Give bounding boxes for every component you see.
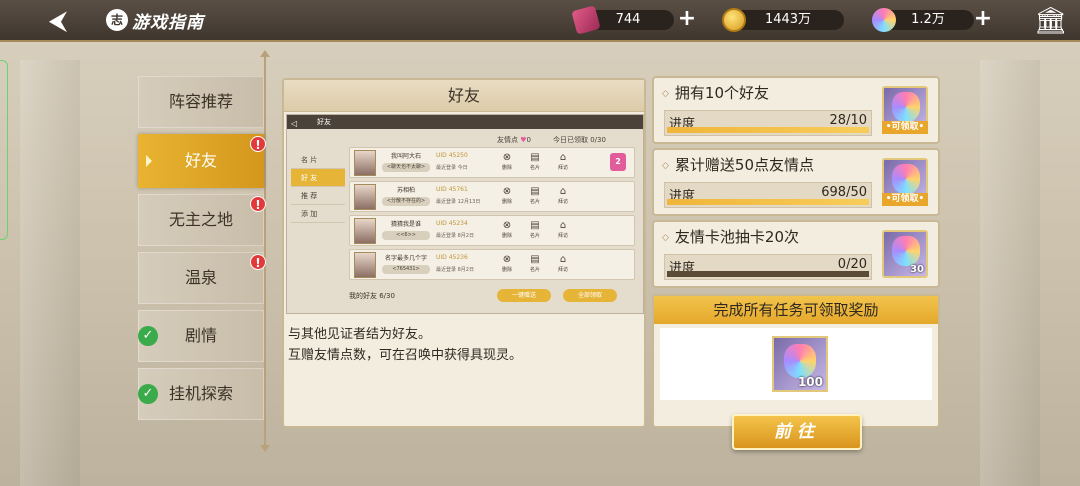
preview-tab: 好 友: [291, 169, 345, 187]
card-icon: ▤: [530, 220, 540, 231]
final-reward-item[interactable]: 100: [772, 336, 828, 392]
preview-friend-list: 我叫阿大石 <聊天也不太聊> UID 45250 最近登录 今日 ⊗ 删除 ▤ 名片…: [349, 147, 635, 283]
delete-icon: ⊗: [502, 152, 512, 163]
alert-icon: !: [250, 136, 266, 152]
claimable-badge: •可领取•: [882, 121, 928, 134]
menu-item-story[interactable]: ✓ 剧情: [138, 310, 264, 362]
reward-quantity: 30: [910, 264, 924, 275]
guide-title: 好友: [284, 80, 644, 112]
progress-text: 698/50: [821, 185, 867, 200]
progress-text: 28/10: [829, 113, 867, 128]
top-bar: ⮜ 志 游戏指南 744 + 1443万 1.2万 + 🏛: [0, 0, 1080, 42]
menu-item-hotspring[interactable]: 温泉!: [138, 252, 266, 304]
avatar: [354, 252, 376, 278]
visit-icon: ⌂: [559, 152, 567, 163]
reward-item[interactable]: 30: [882, 230, 928, 278]
guide-panel: 好友 ◁ 好友 友情点 ♥0 今日已领取 0/30 名 片 好 友 推 荐 添 …: [282, 78, 646, 428]
preview-send-all-button: 一键赠送: [497, 289, 551, 302]
alert-icon: !: [250, 254, 266, 270]
gem-icon: [784, 344, 816, 378]
preview-friend-row: 猜猜我是谁 <<6>> UID 45234 最近登录 8月2日 ⊗ 删除 ▤ 名片 …: [349, 215, 635, 246]
go-button[interactable]: 前往: [732, 414, 862, 450]
delete-icon: ⊗: [502, 186, 512, 197]
shop-building-icon[interactable]: 🏛: [1034, 6, 1067, 36]
preview-friend-count: 我的好友 6/30: [349, 292, 395, 300]
preview-friend-points: 友情点 ♥0: [497, 136, 531, 144]
reward-item[interactable]: •可领取•: [882, 158, 928, 206]
reward-item[interactable]: •可领取•: [882, 86, 928, 134]
task-title: 拥有10个好友: [662, 82, 769, 103]
progress-bar: 进度 0/20: [664, 254, 872, 280]
claimable-badge: •可领取•: [882, 193, 928, 206]
visit-icon: ⌂: [559, 254, 567, 265]
avatar: [354, 218, 376, 244]
menu-item-idle-explore[interactable]: ✓ 挂机探索: [138, 368, 264, 420]
preview-friend-row: 我叫阿大石 <聊天也不太聊> UID 45250 最近登录 今日 ⊗ 删除 ▤ 名片…: [349, 147, 635, 178]
preview-title-bar: ◁ 好友: [287, 115, 643, 129]
final-reward-panel: 完成所有任务可领取奖励 100: [652, 294, 940, 428]
task-card: 累计赠送50点友情点 进度 698/50 •可领取•: [652, 148, 940, 216]
menu-item-friends[interactable]: 好友!: [138, 134, 266, 188]
gem-icon: [892, 92, 920, 122]
page-title: 游戏指南: [132, 13, 204, 33]
guide-menu: 阵容推荐 好友! 无主之地! 温泉! ✓ 剧情 ✓ 挂机探索: [138, 76, 266, 426]
coin-count: 1443万: [732, 10, 844, 30]
task-title: 累计赠送50点友情点: [662, 154, 814, 175]
resource-ticket: 744 +: [571, 5, 702, 35]
coin-icon: [722, 8, 746, 32]
final-reward-title: 完成所有任务可领取奖励: [654, 296, 938, 324]
preview-tab: 推 荐: [291, 187, 345, 205]
preview-tab: 添 加: [291, 205, 345, 223]
add-gem-button[interactable]: +: [972, 8, 994, 31]
add-ticket-button[interactable]: +: [676, 8, 698, 31]
preview-tabs: 名 片 好 友 推 荐 添 加: [291, 151, 345, 223]
guide-screenshot: ◁ 好友 友情点 ♥0 今日已领取 0/30 名 片 好 友 推 荐 添 加 我…: [286, 114, 644, 314]
task-card: 友情卡池抽卡20次 进度 0/20 30: [652, 220, 940, 288]
guide-icon: 志: [106, 9, 128, 31]
back-button[interactable]: ⮜: [36, 6, 80, 36]
back-arrow-icon: ⮜: [48, 6, 68, 36]
menu-item-lineup[interactable]: 阵容推荐: [138, 76, 264, 128]
gift-icon: 2: [610, 153, 626, 171]
avatar: [354, 184, 376, 210]
side-edge-indicator: [0, 60, 8, 240]
avatar: [354, 150, 376, 176]
preview-claim-all-button: 全部领取: [563, 289, 617, 302]
visit-icon: ⌂: [559, 186, 567, 197]
preview-friend-row: 名字最多几个字 <765431> UID 45236 最近登录 8月2日 ⊗ 删除…: [349, 249, 635, 280]
delete-icon: ⊗: [502, 254, 512, 265]
menu-scrollbar[interactable]: [260, 50, 270, 452]
preview-today-claimed: 今日已领取 0/30: [553, 136, 606, 144]
gem-icon: [892, 236, 920, 266]
card-icon: ▤: [530, 254, 540, 265]
task-card: 拥有10个好友 进度 28/10 •可领取•: [652, 76, 940, 144]
delete-icon: ⊗: [502, 220, 512, 231]
card-icon: ▤: [530, 152, 540, 163]
final-reward-body: 100: [660, 328, 932, 400]
gem-icon: [872, 8, 896, 32]
preview-tab: 名 片: [291, 151, 345, 169]
preview-friend-row: 苏相柏 <分散不存在的> UID 45761 最近登录 12月13日 ⊗ 删除 ▤…: [349, 181, 635, 212]
task-title: 友情卡池抽卡20次: [662, 226, 799, 247]
alert-icon: !: [250, 196, 266, 212]
guide-description: 与其他见证者结为好友。 互赠友情点数，可在召唤中获得具现灵。: [288, 327, 523, 363]
resource-gem: 1.2万 +: [872, 8, 1002, 32]
progress-bar: 进度 28/10: [664, 110, 872, 136]
resource-coin: 1443万: [722, 8, 850, 32]
check-icon: ✓: [138, 326, 158, 346]
card-icon: ▤: [530, 186, 540, 197]
visit-icon: ⌂: [559, 220, 567, 231]
reward-quantity: 100: [797, 375, 823, 389]
progress-text: 0/20: [837, 257, 867, 272]
preview-back-icon: ◁: [291, 119, 298, 128]
gem-icon: [892, 164, 920, 194]
check-icon: ✓: [138, 384, 158, 404]
menu-item-wasteland[interactable]: 无主之地!: [138, 194, 266, 246]
progress-bar: 进度 698/50: [664, 182, 872, 208]
